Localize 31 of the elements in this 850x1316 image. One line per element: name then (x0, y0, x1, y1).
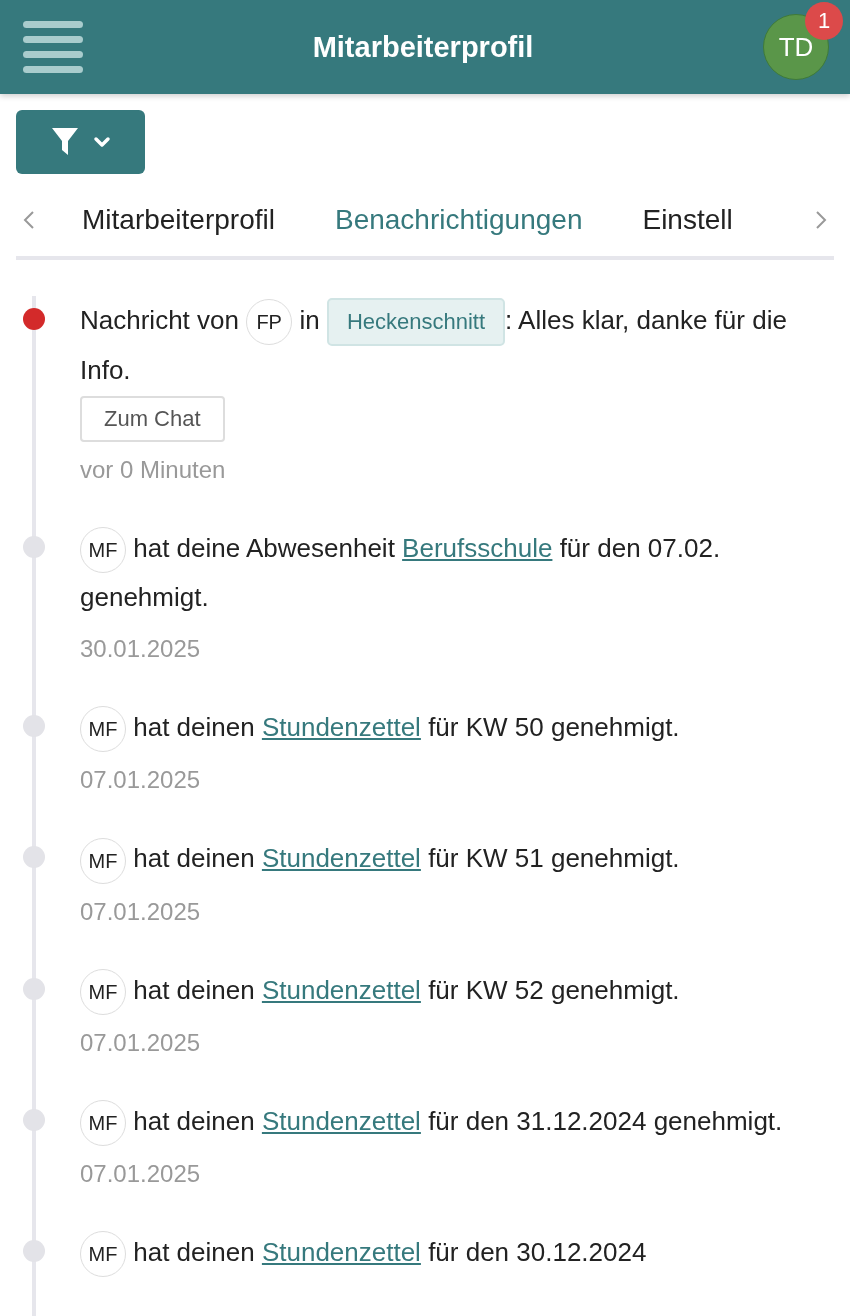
tab[interactable]: Einstell (642, 184, 733, 256)
notification-text: Nachricht von FP in Heckenschnitt : Alles klar, danke für die Info. (80, 296, 834, 395)
timestamp: 07.01.2025 (80, 766, 201, 795)
chevron-down-icon (92, 136, 111, 148)
timestamp: 07.01.2025 (80, 1028, 201, 1057)
link[interactable]: Stundenzettel (261, 974, 421, 1005)
timestamp: vor 0 Minuten (80, 456, 226, 485)
chevron-right-icon[interactable] (814, 209, 828, 231)
link[interactable]: Berufsschule (402, 533, 553, 564)
timestamp: 30.01.2025 (80, 635, 201, 664)
filter-icon (50, 127, 79, 157)
page-title: Mitarbeiterprofil (312, 30, 534, 64)
notification-text: MF hat deinen Stundenzettel für den 31.12.2024 genehmigt. (80, 1096, 783, 1146)
notification-text: MF hat deinen Stundenzettel für KW 50 genehmigt. (80, 703, 680, 753)
notification-text: MF hat deine Abwesenheit Berufsschule für den 07.02. genehmigt. (80, 524, 834, 622)
notification-text: MF hat deinen Stundenzettel für KW 52 genehmigt. (80, 965, 680, 1015)
chevron-left-icon[interactable] (22, 209, 36, 231)
link[interactable]: Stundenzettel (261, 1105, 421, 1136)
link[interactable]: Stundenzettel (261, 1236, 421, 1267)
link[interactable]: Stundenzettel (261, 843, 421, 874)
tab[interactable]: Mitarbeiterprofil (82, 184, 275, 256)
chat-button[interactable]: Zum Chat (80, 396, 225, 443)
filter-button[interactable] (16, 110, 145, 174)
timestamp: 07.01.2025 (80, 897, 201, 926)
chat-tag[interactable]: Heckenschnitt (326, 298, 506, 347)
timestamp: 07.01.2025 (80, 1159, 201, 1188)
notification-text: MF hat deinen Stundenzettel für den 30.12.2024 (80, 1227, 647, 1277)
link[interactable]: Stundenzettel (261, 712, 421, 743)
notification-text: MF hat deinen Stundenzettel für KW 51 genehmigt. (80, 834, 680, 884)
menu-icon[interactable] (23, 21, 83, 73)
tab[interactable]: Benachrichtigungen (334, 184, 583, 256)
